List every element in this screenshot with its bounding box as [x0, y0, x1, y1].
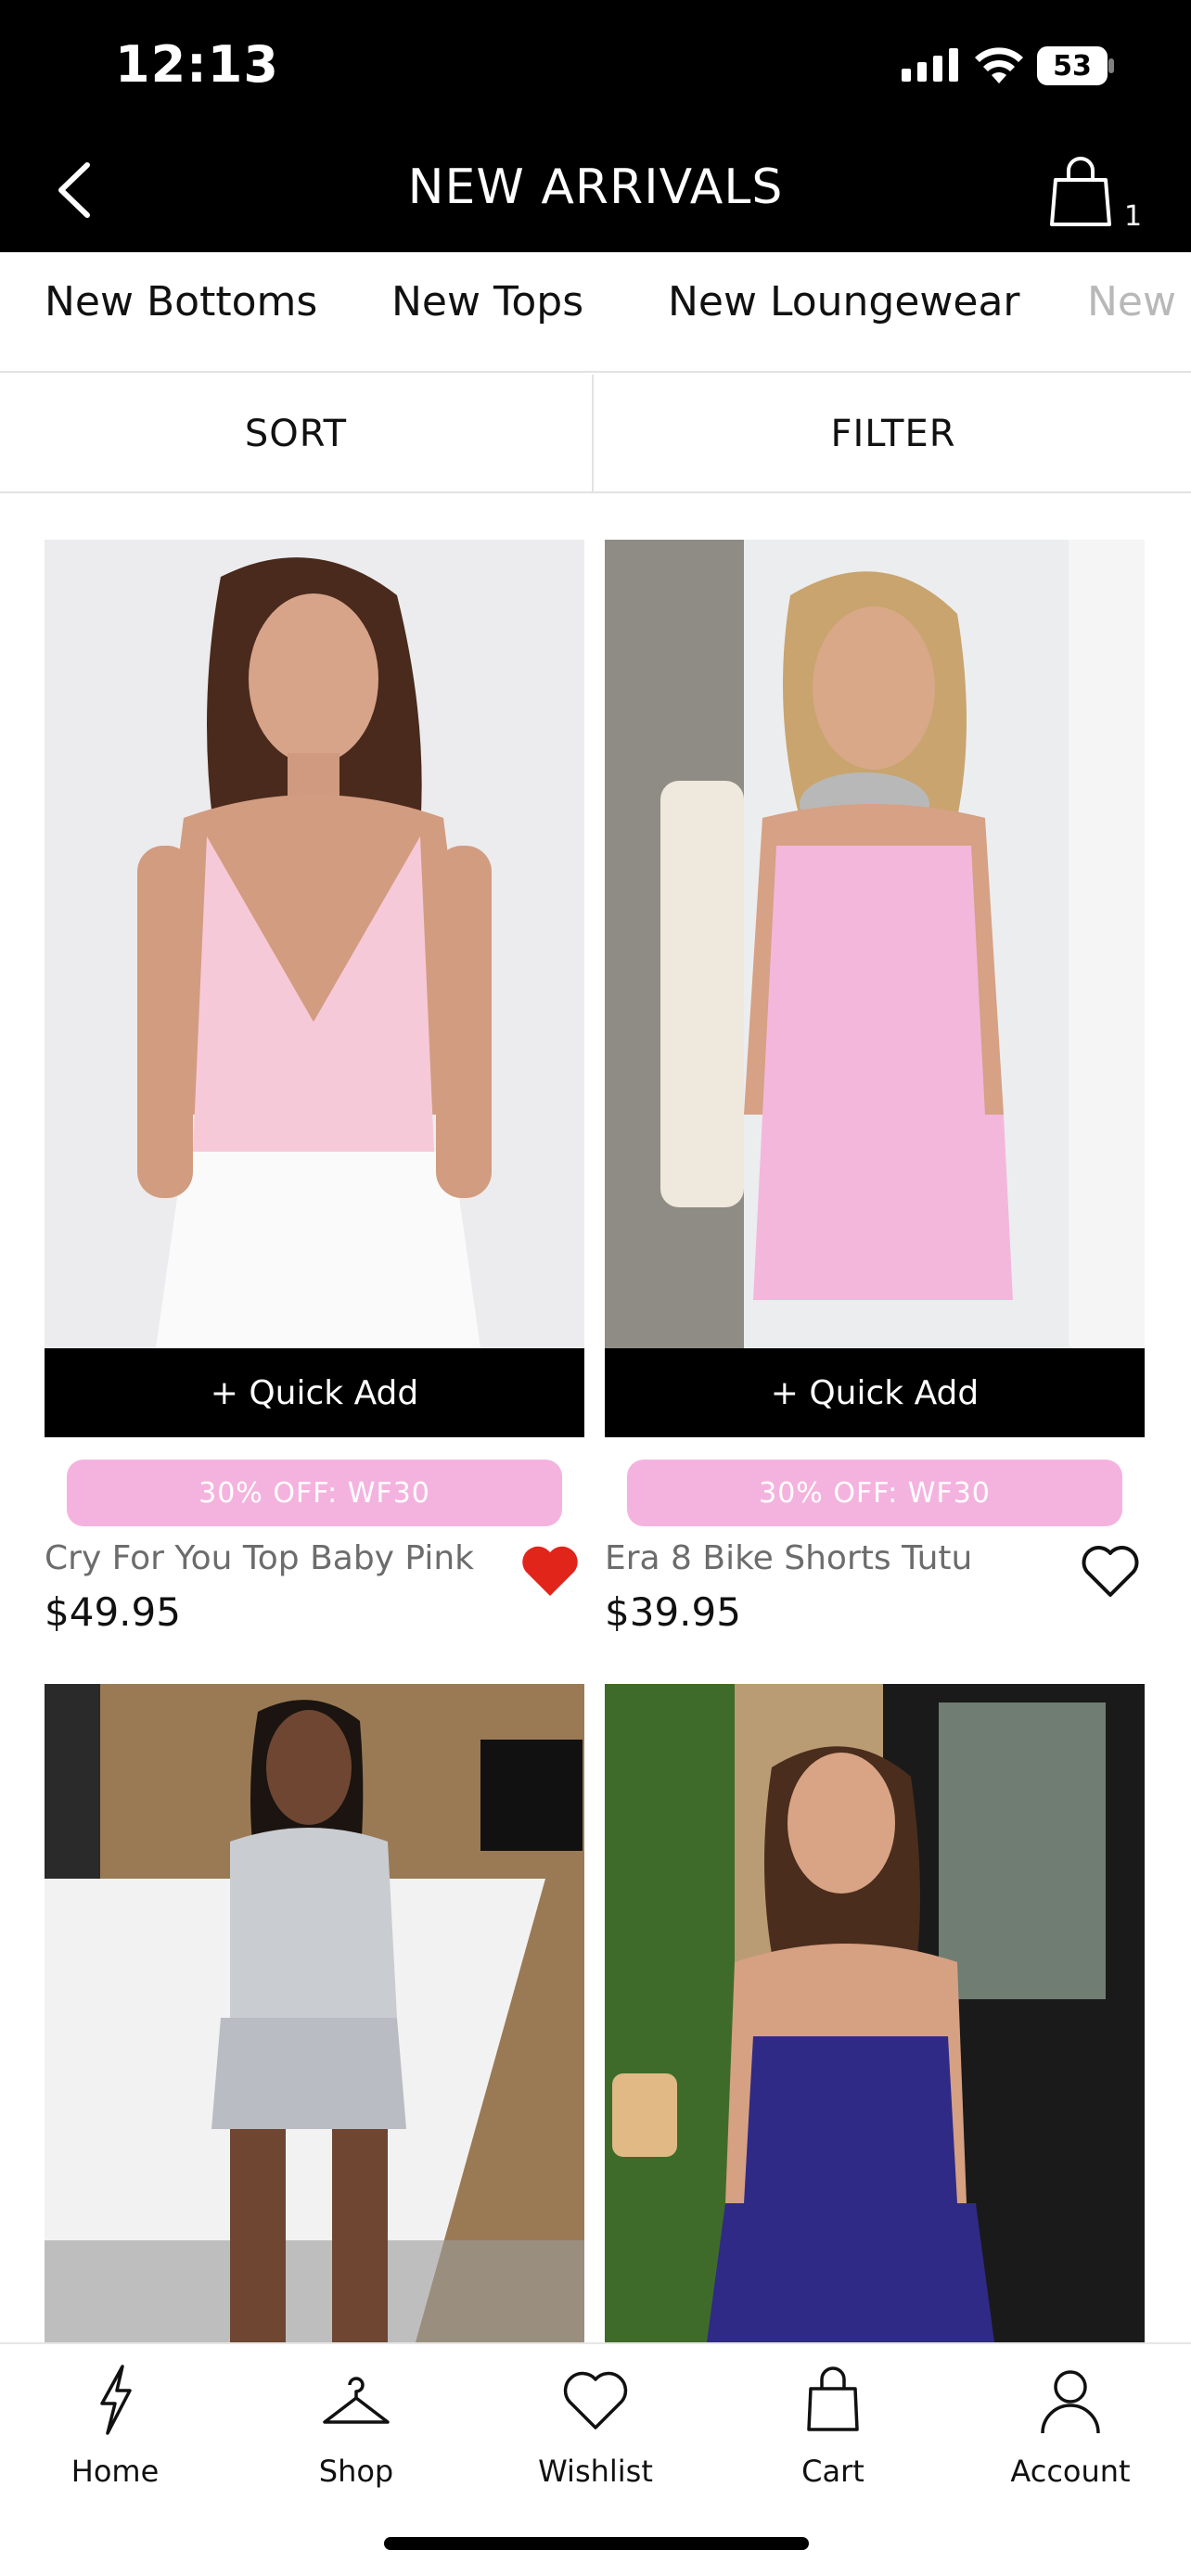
nav-wishlist[interactable]: Wishlist: [503, 2363, 688, 2489]
nav-wishlist-label: Wishlist: [538, 2454, 653, 2489]
wifi-icon: [975, 47, 1023, 83]
tab-new-loungewear[interactable]: New Loungewear: [668, 278, 1020, 325]
sort-filter-bar: SORT FILTER: [0, 375, 1191, 493]
wishlist-heart-outline-icon[interactable]: [1080, 1543, 1141, 1599]
nav-home[interactable]: Home: [22, 2363, 208, 2489]
battery-level: 53: [1053, 50, 1092, 83]
page-title: NEW ARRIVALS: [407, 159, 784, 215]
signal-icon: [902, 48, 958, 82]
hanger-icon: [323, 2377, 390, 2424]
promo-badge: 30% OFF: WF30: [627, 1460, 1122, 1526]
heart-icon: [563, 2371, 628, 2429]
nav-shop[interactable]: Shop: [263, 2363, 449, 2489]
product-card[interactable]: + Quick Add 30% OFF: WF30 Era 8 Bike Sho…: [605, 540, 1145, 1636]
tab-new-tops[interactable]: New Tops: [391, 278, 583, 325]
cart-count-badge: 1: [1124, 200, 1143, 233]
product-image[interactable]: [605, 540, 1145, 1348]
tab-new-bottoms[interactable]: New Bottoms: [45, 278, 317, 325]
home-indicator[interactable]: [384, 2537, 809, 2550]
battery-icon: 53: [1037, 46, 1115, 85]
filter-button[interactable]: FILTER: [596, 375, 1191, 493]
nav-cart-label: Cart: [801, 2454, 864, 2489]
product-image[interactable]: [45, 1684, 584, 2342]
product-card[interactable]: [605, 1684, 1145, 2342]
product-card[interactable]: [45, 1684, 584, 2342]
product-card[interactable]: + Quick Add 30% OFF: WF30 Cry For You To…: [45, 540, 584, 1636]
nav-account-label: Account: [1010, 2454, 1131, 2489]
product-image[interactable]: [45, 540, 584, 1348]
nav-cart[interactable]: Cart: [740, 2363, 926, 2489]
nav-account[interactable]: Account: [978, 2363, 1163, 2489]
product-name[interactable]: Era 8 Bike Shorts Tutu: [605, 1539, 972, 1577]
tab-new-more[interactable]: New: [1087, 278, 1176, 325]
product-price: $49.95: [45, 1589, 181, 1635]
lightning-icon: [100, 2365, 132, 2435]
wishlist-heart-filled-icon[interactable]: [519, 1543, 581, 1599]
nav-home-label: Home: [70, 2454, 160, 2489]
cart-bag-icon[interactable]: [1048, 156, 1113, 226]
bag-icon: [807, 2366, 859, 2431]
person-icon: [1041, 2370, 1100, 2434]
product-name[interactable]: Cry For You Top Baby Pink: [45, 1539, 474, 1577]
sort-button[interactable]: SORT: [0, 375, 594, 493]
status-time: 12:13: [115, 35, 279, 94]
nav-shop-label: Shop: [318, 2454, 394, 2489]
quick-add-button[interactable]: + Quick Add: [605, 1348, 1145, 1437]
product-image[interactable]: [605, 1684, 1145, 2342]
category-tabs: New Bottoms New Tops New Loungewear New: [0, 252, 1191, 373]
product-price: $39.95: [605, 1589, 741, 1635]
quick-add-button[interactable]: + Quick Add: [45, 1348, 584, 1437]
promo-badge: 30% OFF: WF30: [67, 1460, 562, 1526]
